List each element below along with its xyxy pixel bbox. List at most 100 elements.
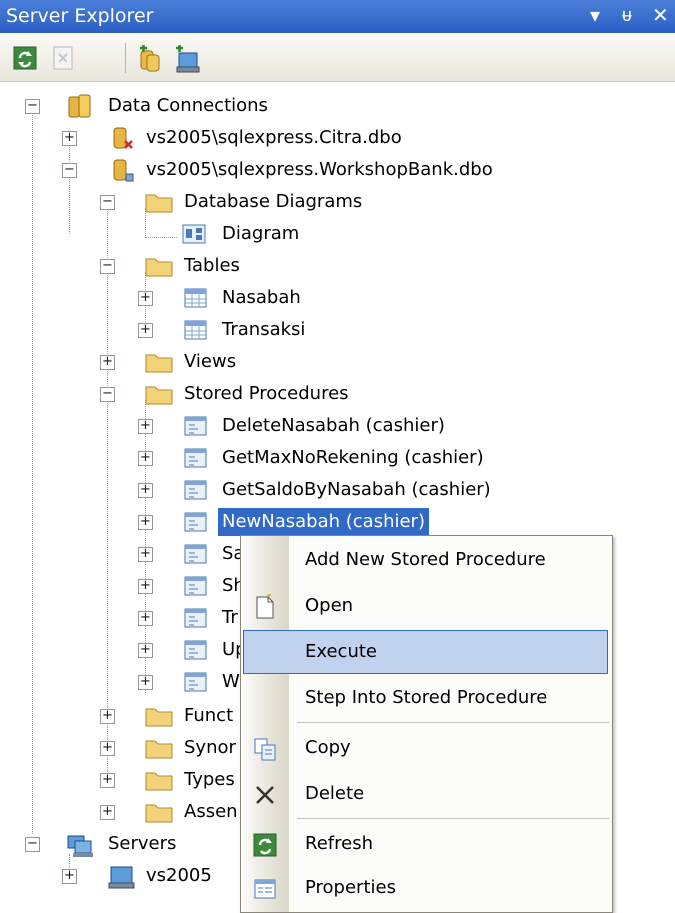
stored-procedure-icon	[184, 543, 210, 565]
tree-node-table-transaksi[interactable]: + Transaksi	[0, 316, 675, 344]
expand-icon[interactable]: +	[138, 291, 153, 306]
database-connected-icon	[110, 158, 136, 182]
menu-item-refresh[interactable]: Refresh	[241, 822, 612, 866]
collapse-icon[interactable]: −	[25, 99, 40, 114]
tree-label: Stored Procedures	[184, 383, 349, 404]
tree-label: vs2005\sqlexpress.Citra.dbo	[146, 127, 402, 148]
expand-icon[interactable]: +	[138, 611, 153, 626]
tree-label: Tables	[184, 255, 240, 276]
context-menu: Add New Stored Procedure Open Execute St…	[240, 535, 613, 913]
tree-node-tables[interactable]: − Tables	[0, 252, 675, 280]
toolbar-separator	[125, 43, 126, 73]
table-icon	[184, 319, 210, 341]
tree-label: Nasabah	[222, 287, 301, 308]
table-icon	[184, 287, 210, 309]
tree-label: Assen	[184, 801, 238, 822]
menu-item-execute[interactable]: Execute	[243, 630, 608, 674]
folder-icon	[145, 255, 173, 277]
connect-database-icon[interactable]	[137, 45, 163, 72]
connect-server-icon[interactable]	[173, 45, 200, 73]
tree-label: vs2005	[146, 865, 212, 886]
tree-node-connection-citra[interactable]: + vs2005\sqlexpress.Citra.dbo	[0, 124, 675, 152]
tree-node-proc[interactable]: + GetMaxNoRekening (cashier)	[0, 444, 675, 472]
expand-icon[interactable]: +	[138, 547, 153, 562]
open-icon	[252, 593, 278, 620]
menu-separator	[297, 818, 609, 819]
window-position-dropdown-icon[interactable]: ▾	[590, 3, 600, 27]
tree-node-connection-workshopbank[interactable]: − vs2005\sqlexpress.WorkshopBank.dbo	[0, 156, 675, 184]
refresh-icon	[252, 832, 278, 858]
collapse-icon[interactable]: −	[100, 387, 115, 402]
tree-label: DeleteNasabah (cashier)	[222, 415, 445, 436]
stored-procedure-icon	[184, 415, 210, 437]
expand-icon[interactable]: +	[100, 773, 115, 788]
expand-icon[interactable]: +	[100, 355, 115, 370]
expand-icon[interactable]: +	[100, 709, 115, 724]
expand-icon[interactable]: +	[62, 131, 77, 146]
collapse-icon[interactable]: −	[100, 195, 115, 210]
expand-icon[interactable]: +	[62, 869, 77, 884]
tree-node-views[interactable]: + Views	[0, 348, 675, 376]
menu-item-add-new-stored-procedure[interactable]: Add New Stored Procedure	[241, 538, 612, 582]
database-disconnected-icon	[110, 126, 136, 149]
data-connections-icon	[66, 94, 92, 118]
menu-item-label: Step Into Stored Procedure	[305, 687, 548, 708]
menu-item-open[interactable]: Open	[241, 584, 612, 628]
refresh-icon[interactable]	[12, 45, 38, 71]
expand-icon[interactable]: +	[138, 419, 153, 434]
close-icon[interactable]: ✕	[652, 3, 669, 27]
tree-node-diagram[interactable]: Diagram	[0, 220, 675, 248]
copy-icon	[252, 736, 278, 762]
folder-icon	[145, 383, 173, 405]
tree-node-table-nasabah[interactable]: + Nasabah	[0, 284, 675, 312]
tree-label-selected: NewNasabah (cashier)	[218, 508, 429, 536]
tree-node-database-diagrams[interactable]: − Database Diagrams	[0, 188, 675, 216]
expand-icon[interactable]: +	[138, 483, 153, 498]
stored-procedure-icon	[184, 639, 210, 661]
tree-label: Data Connections	[108, 95, 268, 116]
expand-icon[interactable]: +	[100, 805, 115, 820]
tree-label: W	[222, 671, 240, 692]
menu-item-step-into-stored-procedure[interactable]: Step Into Stored Procedure	[241, 676, 612, 720]
folder-icon	[145, 737, 173, 759]
tree-label: Funct	[184, 705, 234, 726]
stored-procedure-icon	[184, 447, 210, 469]
menu-item-properties[interactable]: Properties	[241, 866, 612, 910]
tree-label: Synor	[184, 737, 236, 758]
servers-icon	[66, 832, 93, 857]
tree-node-proc[interactable]: + GetSaldoByNasabah (cashier)	[0, 476, 675, 504]
collapse-icon[interactable]: −	[100, 259, 115, 274]
menu-item-copy[interactable]: Copy	[241, 726, 612, 770]
collapse-icon[interactable]: −	[62, 163, 77, 178]
expand-icon[interactable]: +	[138, 579, 153, 594]
collapse-icon[interactable]: −	[25, 837, 40, 852]
expand-icon[interactable]: +	[138, 675, 153, 690]
expand-icon[interactable]: +	[138, 643, 153, 658]
tree-node-stored-procedures[interactable]: − Stored Procedures	[0, 380, 675, 408]
toolbar	[0, 33, 675, 82]
tree-node-proc-selected[interactable]: + NewNasabah (cashier)	[0, 508, 675, 536]
tree-label: Database Diagrams	[184, 191, 363, 212]
stored-procedure-icon	[184, 511, 210, 533]
tree-label: Servers	[108, 833, 177, 854]
stop-icon[interactable]	[50, 45, 76, 71]
delete-icon	[252, 782, 278, 808]
tree-label: vs2005\sqlexpress.WorkshopBank.dbo	[146, 159, 493, 180]
expand-icon[interactable]: +	[138, 515, 153, 530]
tree-label: Types	[184, 769, 235, 790]
menu-item-label: Execute	[305, 641, 377, 662]
tree-node-data-connections[interactable]: − Data Connections	[0, 92, 675, 120]
tree-label: Diagram	[222, 223, 300, 244]
title-bar: Server Explorer ▾ ᵾ ✕	[0, 0, 675, 33]
tree-node-proc[interactable]: + DeleteNasabah (cashier)	[0, 412, 675, 440]
stored-procedure-icon	[184, 671, 210, 693]
tree-label: Transaksi	[222, 319, 306, 340]
expand-icon[interactable]: +	[100, 741, 115, 756]
expand-icon[interactable]: +	[138, 323, 153, 338]
server-icon	[108, 864, 135, 889]
auto-hide-pin-icon[interactable]: ᵾ	[622, 5, 632, 26]
expand-icon[interactable]: +	[138, 451, 153, 466]
tree-label: GetMaxNoRekening (cashier)	[222, 447, 484, 468]
menu-item-label: Properties	[305, 877, 396, 898]
menu-item-delete[interactable]: Delete	[241, 772, 612, 816]
